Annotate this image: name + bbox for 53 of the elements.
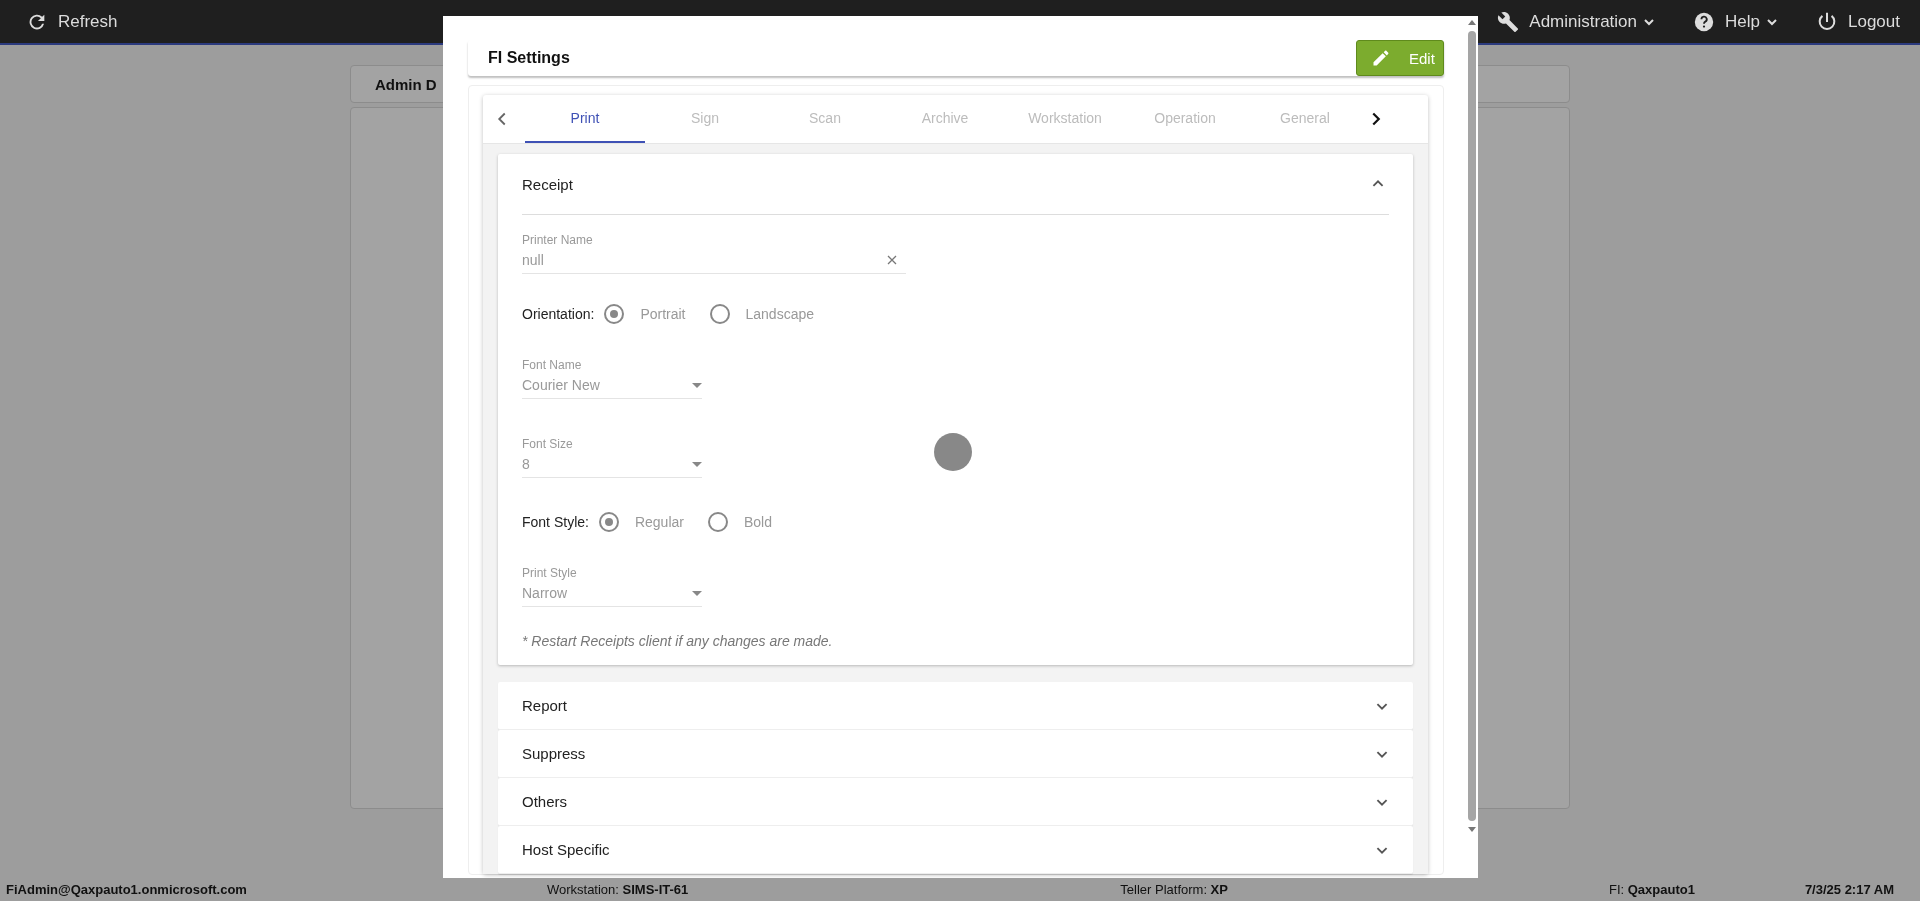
power-icon [1816,10,1838,33]
fi-label: FI: Qaxpauto1 [1608,881,1695,897]
radio-button[interactable] [598,512,619,532]
loading-indicator [934,433,972,471]
panel-title[interactable]: Host Specific [522,841,610,858]
wrench-icon [1497,10,1520,33]
radio-label[interactable]: Landscape [745,306,814,322]
tab[interactable]: Workstation [1005,95,1125,143]
printer-name-field[interactable]: Printer Name null [522,233,906,274]
select-field[interactable]: Print Style Narrow [522,566,702,607]
expansion-panel[interactable]: Host Specific [498,826,1413,874]
scroll-down-icon[interactable] [1468,827,1476,833]
dropdown-arrow-icon [692,382,702,388]
radio-label[interactable]: Bold [743,514,772,530]
dialog-title: FI Settings [488,49,570,67]
menu-button[interactable]: Administration [1497,10,1656,33]
radio-label[interactable]: Portrait [640,306,686,322]
radio-button[interactable] [707,512,728,532]
dropdown-arrow-icon [692,461,702,467]
tab[interactable]: Archive [885,95,1005,143]
expansion-panel[interactable]: Others [498,778,1413,826]
note-text: * Restart Receipts client if any changes are made. [522,633,833,649]
menu-button[interactable]: Help [1693,10,1778,33]
tab[interactable]: Sign [645,95,765,143]
platform-label: Teller Platform: XP [1120,881,1228,897]
user-label: FiAdmin@Qaxpauto1.onmicrosoft.com [6,881,247,897]
clear-icon[interactable] [886,254,898,266]
radio-button[interactable] [604,304,625,324]
edit-button[interactable]: Edit [1356,40,1444,76]
logout-button[interactable]: Logout [1816,10,1900,33]
workstation-label: Workstation: SIMS-IT-61 [546,881,689,897]
help-icon [1693,10,1716,33]
panel-title[interactable]: Others [522,793,567,810]
refresh-button[interactable]: Refresh [26,10,118,33]
panel-title[interactable]: Report [522,697,568,714]
radio-group-label: Font Style: [522,514,589,530]
expansion-panel[interactable]: Report [498,682,1413,730]
tab[interactable]: General [1245,95,1365,143]
panel-title[interactable]: Receipt [522,175,573,193]
pencil-icon [1371,48,1391,68]
select-field[interactable]: Font Size 8 [522,437,702,478]
radio-label[interactable]: Regular [634,514,684,530]
dropdown-arrow-icon [692,590,702,596]
panel-title[interactable]: Suppress [522,745,586,762]
tab[interactable]: Operation [1125,95,1245,143]
select-field[interactable]: Font Name Courier New [522,358,702,399]
radio-group-label: Orientation: [522,306,595,322]
card-title: Admin D [375,75,437,93]
expansion-panel[interactable]: Suppress [498,730,1413,778]
scroll-up-icon[interactable] [1468,19,1476,25]
tab[interactable]: Scan [765,95,885,143]
radio-button[interactable] [709,304,730,324]
datetime-label: 7/3/25 2:17 AM [1804,881,1894,897]
